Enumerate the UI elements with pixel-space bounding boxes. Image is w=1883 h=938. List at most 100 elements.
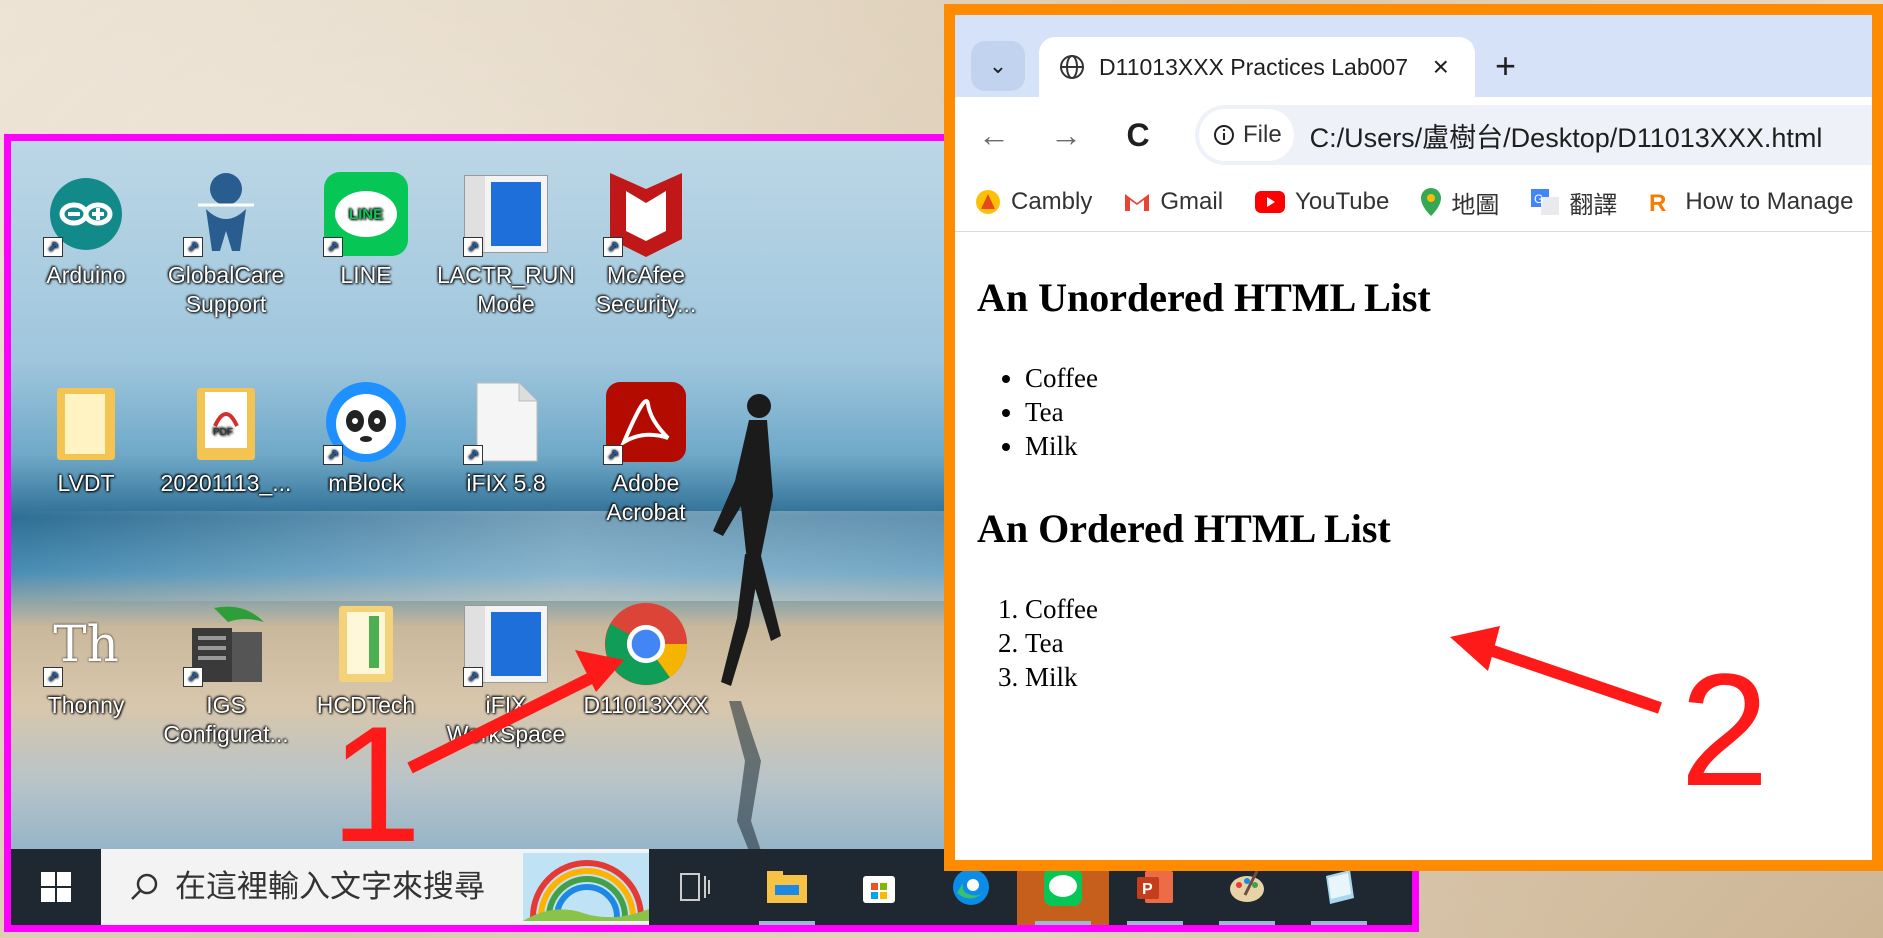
desktop-icon-lactr[interactable]: ↗ LACTR_RUN Mode xyxy=(431,171,581,319)
powerpoint-icon: P xyxy=(1137,871,1173,903)
bookmark-label: 翻譯 xyxy=(1569,191,1618,219)
list-item: Coffee xyxy=(1025,592,1850,626)
bookmark-label: 地圖 xyxy=(1451,191,1500,219)
tab-strip: ⌄ D11013XXX Practices Lab007 × + xyxy=(955,15,1872,97)
icon-label: LINE xyxy=(340,262,392,288)
desktop-icon-pdf-folder[interactable]: PDF 20201113_... xyxy=(151,379,301,498)
bookmark-translate[interactable]: G 翻譯 xyxy=(1531,185,1617,220)
back-button[interactable]: ← xyxy=(965,117,1023,154)
desktop-icon-globalcare[interactable]: ↗ GlobalCare Support xyxy=(151,171,301,319)
acrobat-icon: ↗ xyxy=(603,379,689,465)
microsoft-store-icon xyxy=(863,876,895,903)
desktop-icon-igs[interactable]: ↗ IGS Configurat... xyxy=(151,601,301,749)
icon-label: IGS xyxy=(206,692,246,718)
icon-label: iFIX 5.8 xyxy=(466,470,546,496)
mblock-panda-icon: ↗ xyxy=(323,379,409,465)
bookmark-label: How to Manage xyxy=(1685,188,1854,215)
shortcut-arrow-icon: ↗ xyxy=(183,237,203,257)
server-icon: ↗ xyxy=(183,601,269,687)
svg-text:G: G xyxy=(1534,192,1543,206)
globe-icon xyxy=(1060,55,1084,79)
heading-ordered: An Ordered HTML List xyxy=(977,506,1391,551)
task-view-icon xyxy=(680,873,710,901)
icon-label: Thonny xyxy=(47,692,125,718)
desktop-icon-line[interactable]: LINE ↗ LINE xyxy=(291,171,441,290)
desktop-icon-arduino[interactable]: ↗ Arduino xyxy=(11,171,161,290)
bookmark-gmail[interactable]: Gmail xyxy=(1124,188,1223,216)
list-item: Coffee xyxy=(1025,361,1850,395)
mcafee-shield-icon: ↗ xyxy=(603,171,689,257)
paint-icon xyxy=(1230,870,1264,902)
desktop-icon-thonny[interactable]: Th ↗ Thonny xyxy=(11,601,161,720)
app-window-icon: ↗ xyxy=(463,171,549,257)
globalcare-icon: ↗ xyxy=(183,171,269,257)
desktop-icon-ifix-workspace[interactable]: ↗ iFIX WorkSpace xyxy=(431,601,581,749)
icon-label: McAfee xyxy=(607,262,685,288)
file-chip-label: File xyxy=(1243,121,1282,148)
shortcut-arrow-icon: ↗ xyxy=(43,237,63,257)
bookmark-maps[interactable]: 地圖 xyxy=(1421,185,1499,220)
bookmark-how-to-manage[interactable]: R How to Manage xyxy=(1649,188,1853,216)
line-icon xyxy=(1044,868,1082,906)
file-explorer-icon xyxy=(767,871,807,903)
bookmark-cambly[interactable]: Cambly xyxy=(975,188,1092,216)
task-view-button[interactable] xyxy=(649,849,741,925)
tab-search-button[interactable]: ⌄ xyxy=(971,41,1025,91)
icon-label: D11013XXX xyxy=(583,692,709,718)
line-badge-text: LINE xyxy=(335,191,397,237)
shortcut-arrow-icon: ↗ xyxy=(603,445,623,465)
bookmark-label: Gmail xyxy=(1160,188,1224,215)
shortcut-arrow-icon: ↗ xyxy=(43,667,63,687)
shortcut-arrow-icon: ↗ xyxy=(323,237,343,257)
step-number-1: 1 xyxy=(330,692,422,876)
icon-label: Acrobat xyxy=(606,499,686,525)
icon-label: GlobalCare xyxy=(167,262,285,288)
start-button[interactable] xyxy=(11,849,101,925)
active-tab[interactable]: D11013XXX Practices Lab007 × xyxy=(1039,37,1475,97)
new-tab-button[interactable]: + xyxy=(1495,45,1516,87)
desktop-icon-acrobat[interactable]: ↗ Adobe Acrobat xyxy=(571,379,721,527)
address-bar[interactable]: File C:/Users/盧樹台/Desktop/D11013XXX.html xyxy=(1195,105,1872,165)
info-icon xyxy=(1214,125,1234,145)
youtube-icon xyxy=(1255,191,1286,213)
desktop-icon-mcafee[interactable]: ↗ McAfee Security... xyxy=(571,171,721,319)
icon-label: Mode xyxy=(477,291,535,317)
heading-unordered: An Unordered HTML List xyxy=(977,275,1431,320)
desktop-icon-lvdt[interactable]: LVDT xyxy=(11,379,161,498)
cambly-icon xyxy=(975,189,1001,215)
windows-logo-icon xyxy=(41,872,71,902)
site-info-chip[interactable]: File xyxy=(1199,109,1294,161)
chevron-down-icon: ⌄ xyxy=(988,53,1008,78)
blank-file-icon: ↗ xyxy=(463,379,549,465)
unordered-list: Coffee Tea Milk xyxy=(977,361,1850,463)
file-explorer-button[interactable] xyxy=(741,849,833,925)
desktop-icon-d11013xxx[interactable]: D11013XXX xyxy=(571,601,721,720)
icon-label: 20201113_... xyxy=(160,470,292,496)
svg-text:R: R xyxy=(1649,190,1666,215)
folder-icon xyxy=(323,601,409,687)
rocket-icon: R xyxy=(1649,189,1675,215)
arduino-icon: ↗ xyxy=(43,171,129,257)
bookmark-label: Cambly xyxy=(1011,188,1093,215)
shortcut-arrow-icon: ↗ xyxy=(603,237,623,257)
desktop-icon-mblock[interactable]: ↗ mBlock xyxy=(291,379,441,498)
search-icon xyxy=(131,873,158,900)
reload-button[interactable]: C xyxy=(1109,117,1167,154)
icon-label: Arduino xyxy=(46,262,126,288)
list-item: Tea xyxy=(1025,395,1850,429)
desktop-icon-ifix58[interactable]: ↗ iFIX 5.8 xyxy=(431,379,581,498)
microsoft-store-button[interactable] xyxy=(833,849,925,925)
rainbow-search-highlight-icon xyxy=(523,853,649,921)
translate-icon: G xyxy=(1531,189,1560,215)
icon-label: Adobe xyxy=(612,470,680,496)
icon-label: Security... xyxy=(595,291,697,317)
bookmark-youtube[interactable]: YouTube xyxy=(1255,188,1389,216)
step-number-2: 2 xyxy=(1680,640,1769,819)
thonny-glyph: Th xyxy=(53,614,119,673)
shortcut-arrow-icon: ↗ xyxy=(463,667,483,687)
icon-label: mBlock xyxy=(328,470,404,496)
icon-label: LACTR_RUN xyxy=(436,262,576,288)
icon-label: WorkSpace xyxy=(446,721,566,747)
forward-button[interactable]: → xyxy=(1037,117,1095,154)
close-tab-icon[interactable]: × xyxy=(1433,51,1449,83)
